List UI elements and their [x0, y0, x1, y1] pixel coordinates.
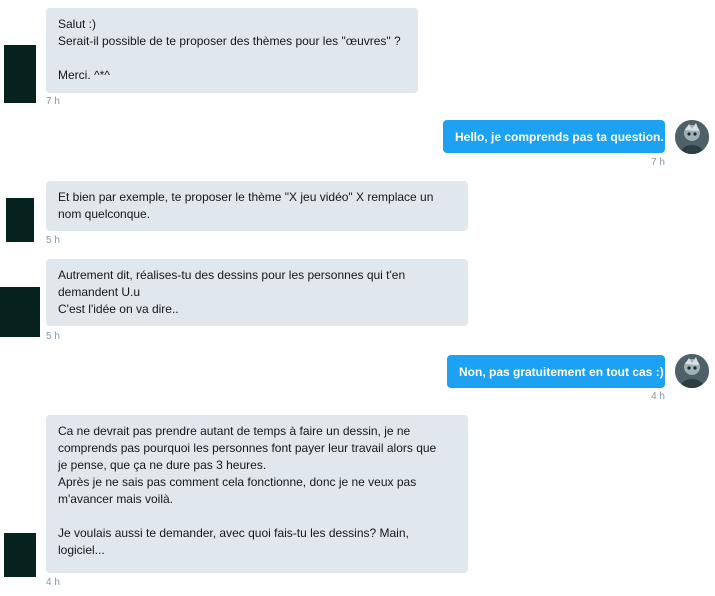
message-bubble-incoming[interactable]: Salut :) Serait-il possible de te propos…	[46, 8, 418, 93]
message-bubble-incoming[interactable]: Ca ne devrait pas prendre autant de temp…	[46, 415, 468, 573]
message-timestamp: 5 h	[46, 331, 60, 342]
message-line: Serait-il possible de te proposer des th…	[58, 34, 401, 48]
message-bubble-incoming[interactable]: Autrement dit, réalises-tu des dessins p…	[46, 259, 468, 326]
avatar-icon	[675, 354, 709, 388]
message-thread: Salut :) Serait-il possible de te propos…	[0, 0, 715, 596]
message-line: Ca ne devrait pas prendre autant de temp…	[58, 424, 411, 438]
message-line: comprends pas pourquoi les personnes fon…	[58, 441, 437, 455]
message-line	[58, 508, 456, 525]
message-bubble-outgoing[interactable]: Non, pas gratuitement en tout cas :)	[447, 355, 665, 388]
avatar-icon	[675, 120, 709, 154]
message-line: demandent U.u	[58, 285, 141, 299]
own-avatar[interactable]	[675, 120, 709, 154]
message-line: nom quelconque.	[58, 207, 151, 221]
own-avatar[interactable]	[675, 354, 709, 388]
message-line: m'avancer mais voilà.	[58, 492, 173, 506]
message-line: je pense, que ça ne dure pas 3 heures.	[58, 458, 267, 472]
message-bubble-outgoing[interactable]: Hello, je comprends pas ta question.	[443, 120, 665, 153]
message-line: Non, pas gratuitement en tout cas :)	[459, 365, 664, 379]
sender-avatar[interactable]	[4, 45, 36, 103]
message-line: logiciel...	[58, 543, 105, 557]
message-line: Hello, je comprends pas ta question.	[455, 130, 664, 144]
message-line: Je voulais aussi te demander, avec quoi …	[58, 526, 409, 540]
message-timestamp: 7 h	[651, 157, 665, 168]
message-line: Salut :)	[58, 17, 97, 31]
message-line: Autrement dit, réalises-tu des dessins p…	[58, 268, 406, 282]
message-line: Et bien par exemple, te proposer le thèm…	[58, 190, 434, 204]
message-line: Merci. ^*^	[58, 68, 110, 82]
message-timestamp: 4 h	[651, 391, 665, 402]
sender-avatar[interactable]	[0, 287, 40, 337]
message-bubble-incoming[interactable]: Et bien par exemple, te proposer le thèm…	[46, 181, 468, 231]
sender-avatar[interactable]	[4, 533, 36, 577]
message-timestamp: 4 h	[46, 577, 60, 588]
sender-avatar[interactable]	[6, 198, 34, 242]
message-line: Après je ne sais pas comment cela foncti…	[58, 475, 417, 489]
message-line	[58, 50, 406, 67]
message-line: C'est l'idée on va dire..	[58, 302, 179, 316]
message-timestamp: 5 h	[46, 235, 60, 246]
message-timestamp: 7 h	[46, 96, 60, 107]
